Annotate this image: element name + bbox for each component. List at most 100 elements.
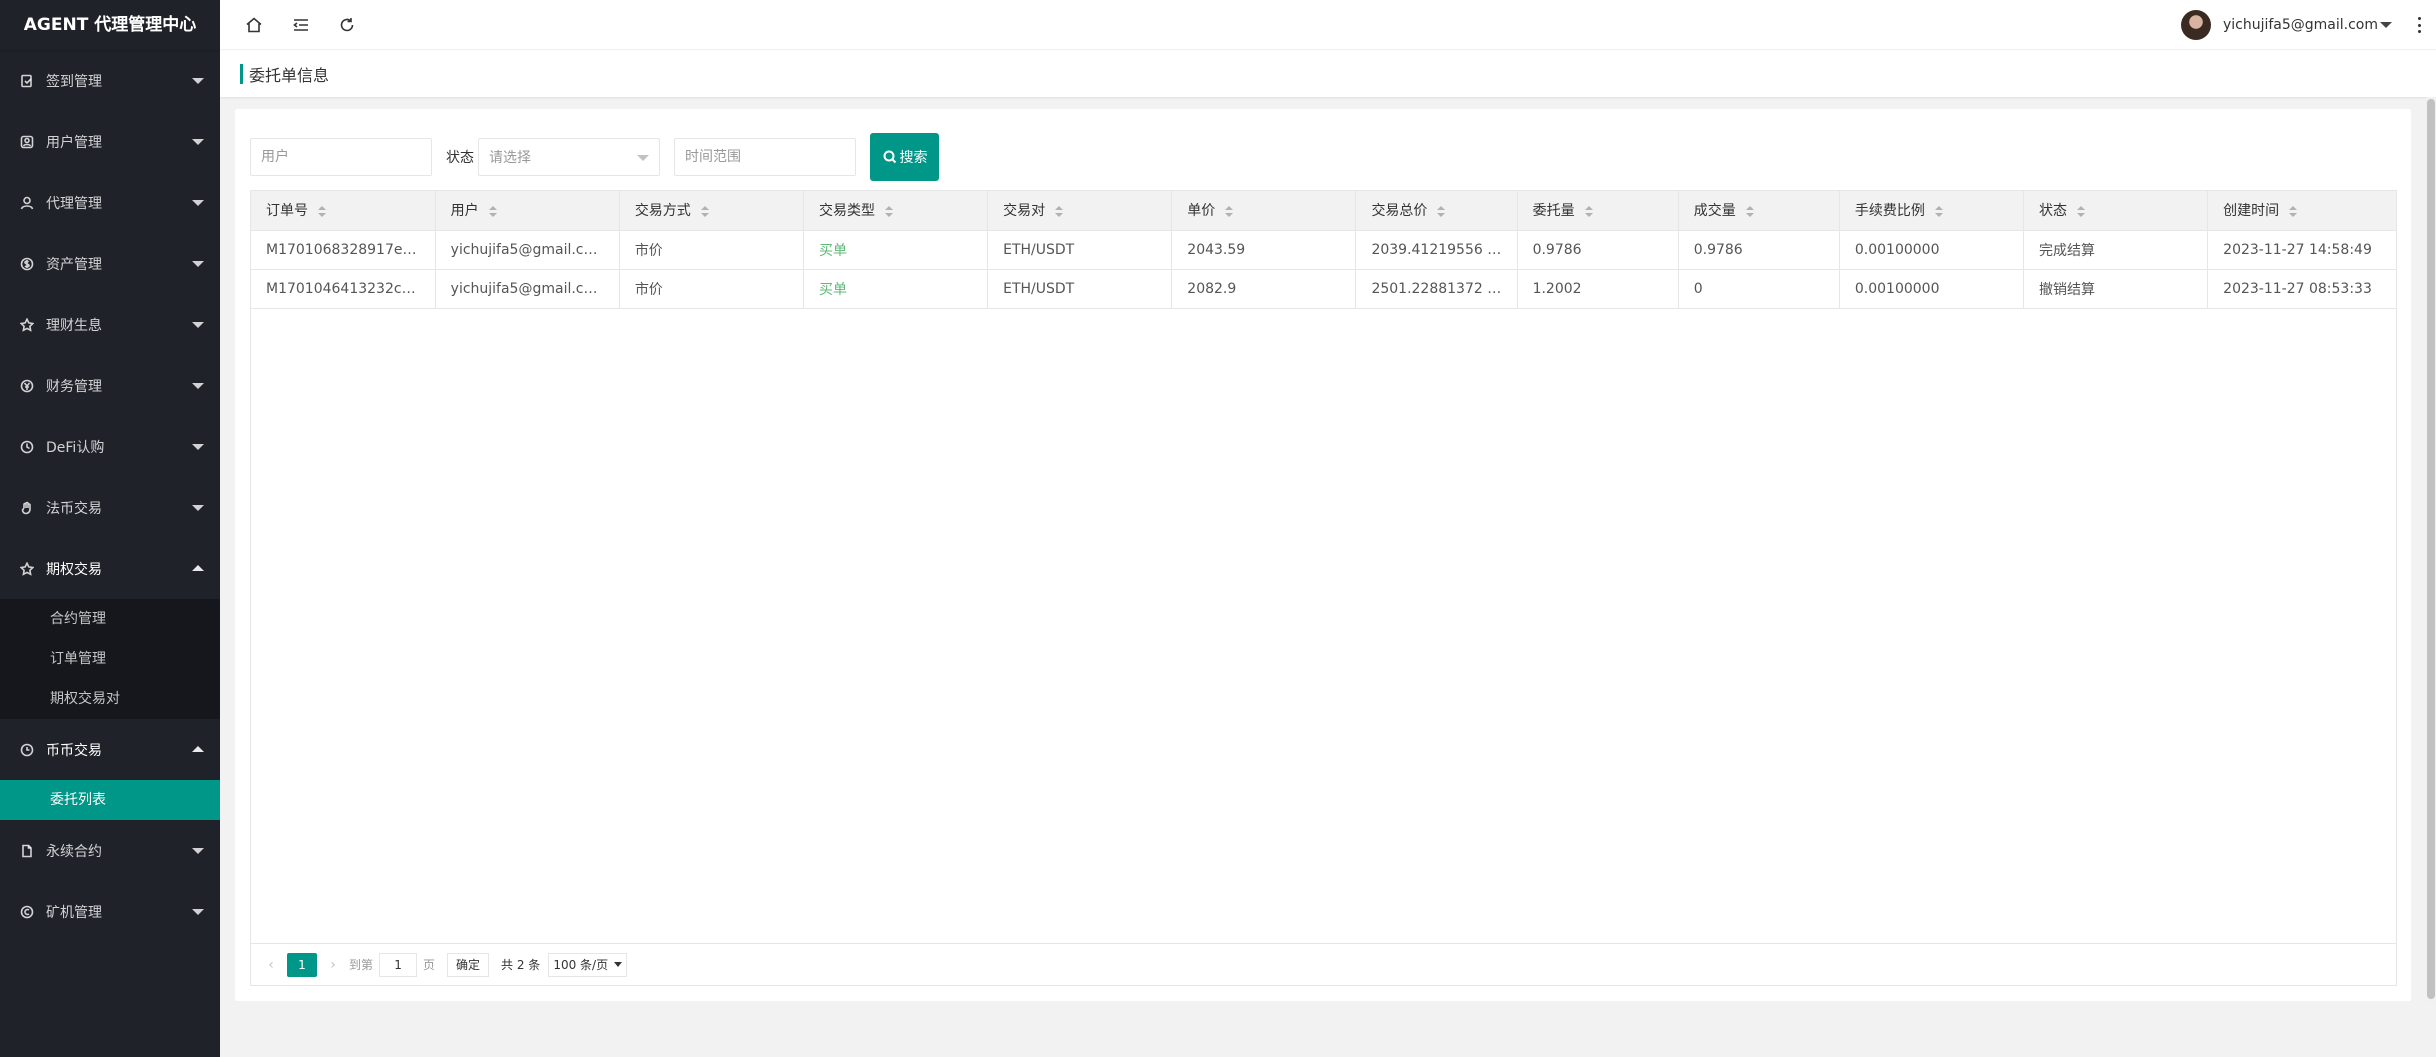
title-accent-bar — [240, 63, 243, 84]
table-cell: ETH/USDT — [987, 230, 1173, 270]
star-icon — [20, 561, 34, 576]
column-header[interactable]: 交易方式 — [619, 191, 804, 231]
sidebar-item-wealth[interactable]: 理财生息 — [0, 294, 220, 355]
submenu-item-option-pairs[interactable]: 期权交易对 — [0, 679, 220, 719]
app-logo[interactable]: AGENT 代理管理中心 — [0, 0, 220, 50]
sidebar-item-defi[interactable]: DeFi认购 — [0, 416, 220, 477]
filter-bar: 状态 请选择 搜索 — [250, 133, 939, 181]
refresh-icon[interactable] — [337, 15, 357, 35]
finance-icon — [20, 379, 34, 393]
chevron-up-icon — [192, 564, 204, 571]
column-header[interactable]: 创建时间 — [2207, 191, 2396, 231]
sidebar-item-signin[interactable]: 签到管理 — [0, 50, 220, 111]
submenu-item-orders[interactable]: 订单管理 — [0, 639, 220, 679]
sidebar-item-fiat[interactable]: 法币交易 — [0, 477, 220, 538]
sort-icon[interactable] — [1225, 205, 1234, 217]
status-select[interactable]: 请选择 — [478, 138, 660, 176]
chevron-down-icon — [637, 155, 649, 161]
time-range-input[interactable] — [674, 138, 856, 176]
column-header[interactable]: 交易类型 — [803, 191, 989, 231]
home-icon[interactable] — [244, 15, 264, 35]
sidebar-item-label: DeFi认购 — [46, 439, 105, 456]
column-header[interactable]: 订单号 — [251, 191, 436, 231]
sidebar-item-miners[interactable]: 矿机管理 — [0, 881, 220, 942]
sidebar-menu: 签到管理 用户管理 代理管理 资产管理 理财生息 财务管理 DeFi认购 法币交… — [0, 50, 220, 942]
table-body: M1701068328917e2f... yichujifa5@gmail.com… — [251, 230, 2396, 309]
chevron-down-icon — [192, 77, 204, 84]
menu-collapse-icon[interactable] — [291, 15, 311, 35]
sidebar-item-perpetual[interactable]: 永续合约 — [0, 820, 220, 881]
sort-icon[interactable] — [488, 205, 497, 217]
sidebar-item-finance[interactable]: 财务管理 — [0, 355, 220, 416]
sort-icon[interactable] — [1745, 205, 1754, 217]
table-cell: 2043.59 — [1171, 230, 1357, 270]
sidebar-item-users[interactable]: 用户管理 — [0, 111, 220, 172]
chevron-up-icon — [192, 745, 204, 752]
scrollbar-thumb[interactable] — [2427, 99, 2435, 999]
user-menu[interactable]: yichujifa5@gmail.com — [2180, 0, 2392, 50]
column-header-label: 状态 — [2039, 203, 2068, 220]
miner-icon — [20, 905, 34, 919]
column-header[interactable]: 单价 — [1171, 191, 1357, 231]
search-button[interactable]: 搜索 — [870, 133, 939, 181]
sidebar-item-assets[interactable]: 资产管理 — [0, 233, 220, 294]
sort-icon[interactable] — [1584, 205, 1593, 217]
sort-icon[interactable] — [700, 205, 709, 217]
goto-confirm-button[interactable]: 确定 — [447, 952, 490, 977]
sort-icon[interactable] — [1934, 205, 1943, 217]
page-scrollbar[interactable] — [2426, 97, 2436, 1004]
user-search-input[interactable] — [250, 138, 432, 176]
column-header[interactable]: 委托量 — [1517, 191, 1679, 231]
column-header-label: 成交量 — [1693, 203, 1736, 220]
column-header[interactable]: 状态 — [2023, 191, 2209, 231]
avatar — [2180, 10, 2211, 40]
sidebar-item-agents[interactable]: 代理管理 — [0, 172, 220, 233]
prev-page-icon[interactable]: ‹ — [261, 957, 281, 973]
next-page-icon[interactable]: › — [323, 957, 343, 973]
submenu-item-order-list[interactable]: 委托列表 — [0, 780, 220, 820]
sort-icon[interactable] — [884, 205, 893, 217]
sidebar-item-label: 代理管理 — [46, 195, 102, 212]
sidebar-item-label: 矿机管理 — [46, 904, 102, 921]
column-header[interactable]: 交易总价 — [1355, 191, 1518, 231]
table-cell: 0.00100000 — [1839, 230, 2025, 270]
column-header[interactable]: 成交量 — [1678, 191, 1840, 231]
sort-icon[interactable] — [1055, 205, 1064, 217]
sort-icon[interactable] — [318, 205, 326, 217]
total-count: 共 2 条 — [501, 958, 541, 972]
current-page[interactable]: 1 — [287, 952, 317, 977]
sidebar-item-label: 资产管理 — [46, 256, 102, 273]
goto-page-input[interactable] — [379, 952, 418, 977]
star-icon — [20, 317, 34, 332]
column-header-label: 交易类型 — [818, 203, 875, 220]
chevron-down-icon — [614, 962, 623, 967]
sort-icon[interactable] — [2289, 205, 2298, 217]
sidebar-item-spot[interactable]: 币币交易 — [0, 719, 220, 780]
chevron-down-icon — [192, 382, 204, 389]
page-size-value: 100 条/页 — [553, 958, 609, 972]
table-cell: 0.00100000 — [1839, 269, 2025, 309]
column-header[interactable]: 用户 — [435, 191, 620, 231]
sidebar-item-label: 用户管理 — [46, 134, 102, 151]
page-title: 委托单信息 — [249, 65, 330, 85]
table-cell: 0.9786 — [1678, 230, 1840, 270]
sidebar-item-options[interactable]: 期权交易 — [0, 538, 220, 599]
column-header[interactable]: 交易对 — [987, 191, 1173, 231]
user-icon — [20, 135, 34, 149]
user-email: yichujifa5@gmail.com — [2222, 17, 2378, 33]
column-header-label: 单价 — [1187, 203, 1216, 220]
sidebar-item-label: 财务管理 — [46, 378, 102, 395]
table-row[interactable]: M1701046413232c37... yichujifa5@gmail.com… — [251, 269, 2396, 309]
table-row[interactable]: M1701068328917e2f... yichujifa5@gmail.com… — [251, 230, 2396, 270]
sort-icon[interactable] — [2077, 205, 2086, 217]
chevron-down-icon — [192, 321, 204, 328]
sort-icon[interactable] — [1437, 205, 1446, 217]
submenu-item-contracts[interactable]: 合约管理 — [0, 599, 220, 639]
page-unit-label: 页 — [423, 958, 436, 972]
status-select-placeholder: 请选择 — [489, 150, 531, 166]
page-size-select[interactable]: 100 条/页 — [548, 952, 628, 977]
more-vertical-icon[interactable] — [2416, 17, 2422, 33]
column-header[interactable]: 手续费比例 — [1839, 191, 2025, 231]
chevron-down-icon — [192, 138, 204, 145]
sidebar-item-label: 币币交易 — [46, 742, 102, 759]
